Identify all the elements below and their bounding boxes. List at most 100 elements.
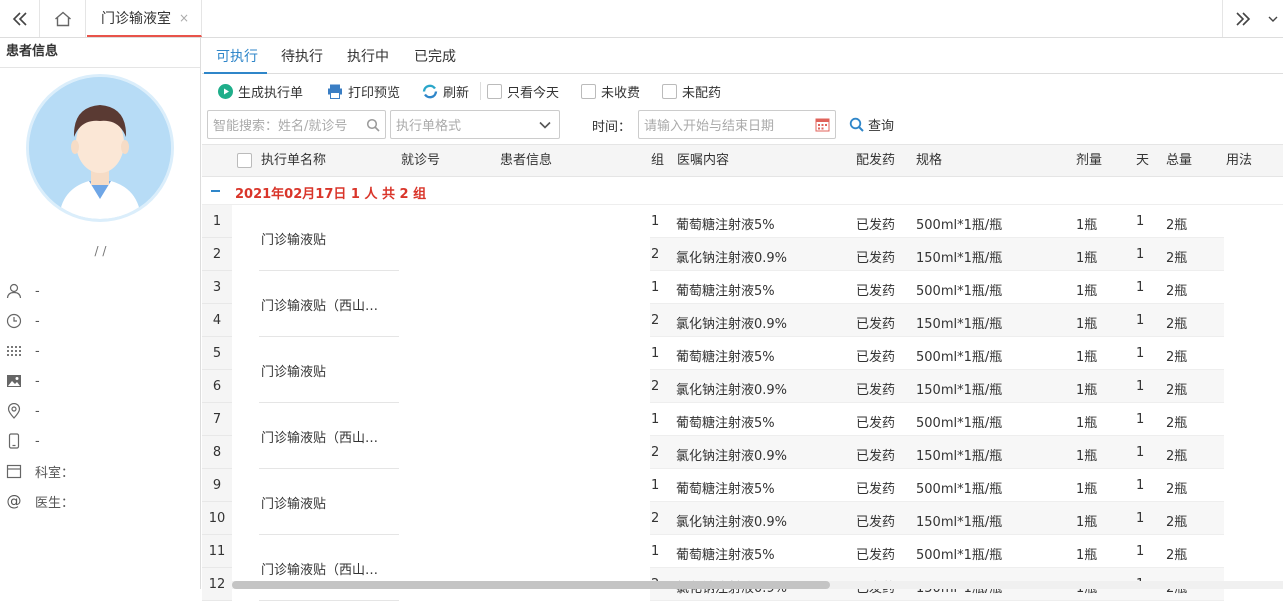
location-icon (6, 403, 22, 419)
user-icon (6, 283, 22, 299)
row-number: 9 (202, 469, 232, 502)
cell-dose: 1瓶 (1076, 482, 1098, 497)
tab-executable[interactable]: 可执行 (204, 38, 267, 74)
scrollbar-thumb[interactable] (232, 581, 830, 589)
merged-cell-divider (259, 534, 399, 535)
chevron-down-icon[interactable] (1262, 0, 1283, 37)
cell-dose: 1瓶 (1076, 383, 1098, 398)
tab-pending[interactable]: 待执行 (281, 38, 323, 74)
cell-order-name[interactable]: 门诊输液贴 (261, 361, 326, 380)
calendar-icon (815, 118, 830, 132)
cell-content: 葡萄糖注射液5% (676, 482, 775, 497)
grid-header: 执行单名称 就诊号 患者信息 组 医嘱内容 配发药 规格 剂量 天 总量 用法 (202, 144, 1283, 177)
phone-icon (6, 433, 22, 449)
cell-content: 氯化钠注射液0.9% (676, 317, 788, 332)
cell-dispense: 已发药 (856, 482, 896, 497)
select-all-checkbox[interactable] (237, 153, 252, 168)
cell-content: 葡萄糖注射液5% (676, 548, 775, 563)
collapse-group-icon[interactable] (211, 190, 220, 192)
info-row-user: - (6, 281, 40, 301)
col-dispense[interactable]: 配发药 (856, 145, 895, 178)
row-number: 8 (202, 436, 232, 469)
cell-group: 2 (651, 511, 660, 526)
col-total[interactable]: 总量 (1166, 145, 1192, 178)
group-row: 2021年02月17日 1 人 共 2 组 (202, 177, 1283, 205)
cell-order-name[interactable]: 门诊输液贴（西山… (261, 427, 378, 446)
checkbox-box[interactable] (581, 83, 596, 99)
only-today-checkbox[interactable]: 只看今天 (487, 81, 559, 101)
horizontal-scrollbar[interactable] (232, 581, 1283, 589)
group-patient-count: 1 (350, 187, 360, 202)
clock-icon (6, 313, 22, 329)
patient-info-panel: 患者信息 / / - - - - - - 科室： @ 医生： (0, 38, 201, 589)
cell-dispense: 已发药 (856, 284, 896, 299)
info-value: - (35, 433, 40, 449)
format-select[interactable]: 执行单格式 (390, 110, 560, 139)
date-range-input[interactable]: 请输入开始与结束日期 (638, 110, 836, 139)
cell-order-name[interactable]: 门诊输液贴（西山… (261, 559, 378, 578)
expand-right-icon[interactable] (1222, 0, 1262, 37)
col-order-name[interactable]: 执行单名称 (261, 145, 326, 178)
row-number: 1 (202, 205, 232, 238)
info-row-id: - (6, 341, 40, 361)
info-value: - (35, 313, 40, 329)
cell-spec: 500ml*1瓶/瓶 (916, 416, 1003, 431)
checkbox-box[interactable] (487, 83, 502, 99)
undispensed-checkbox[interactable]: 未配药 (662, 81, 721, 101)
refresh-icon (422, 84, 438, 98)
cell-dose: 1瓶 (1076, 449, 1098, 464)
tab-label: 门诊输液室 (101, 10, 171, 27)
col-spec[interactable]: 规格 (916, 145, 942, 178)
avatar (26, 74, 174, 222)
collapse-left-icon[interactable] (0, 0, 40, 37)
cell-dispense: 已发药 (856, 449, 896, 464)
cell-content: 氯化钠注射液0.9% (676, 251, 788, 266)
cell-group: 2 (651, 313, 660, 328)
close-icon[interactable]: × (179, 11, 189, 25)
col-days[interactable]: 天 (1136, 145, 1149, 178)
group-text: 人 共 (359, 187, 400, 202)
tab-in-progress[interactable]: 执行中 (347, 38, 389, 74)
col-group[interactable]: 组 (651, 145, 664, 178)
print-preview-button[interactable]: 打印预览 (327, 81, 400, 101)
cell-days: 1 (1136, 544, 1145, 559)
search-icon (849, 117, 864, 132)
tab-completed[interactable]: 已完成 (414, 38, 456, 74)
query-label: 查询 (868, 119, 895, 134)
col-visit-no[interactable]: 就诊号 (401, 145, 440, 178)
smart-search-input[interactable]: 智能搜索：姓名/就诊号 (207, 110, 386, 139)
undispensed-label: 未配药 (682, 85, 722, 101)
cell-days: 1 (1136, 313, 1145, 328)
generate-button[interactable]: 生成执行单 (218, 81, 303, 101)
cell-total: 2瓶 (1166, 416, 1188, 431)
cell-dose: 1瓶 (1076, 218, 1098, 233)
cell-content: 氯化钠注射液0.9% (676, 383, 788, 398)
row-number: 2 (202, 238, 232, 271)
at-icon: @ (6, 492, 22, 510)
cell-group: 1 (651, 280, 660, 295)
query-button[interactable]: 查询 (849, 115, 894, 134)
refresh-label: 刷新 (443, 85, 470, 101)
merged-cell-divider (259, 468, 399, 469)
unpaid-checkbox[interactable]: 未收费 (581, 81, 640, 101)
home-icon[interactable] (41, 0, 86, 37)
col-usage[interactable]: 用法 (1226, 145, 1252, 178)
merged-cell-divider (259, 402, 399, 403)
cell-dispense: 已发药 (856, 251, 896, 266)
age-gender-text: / / (94, 244, 107, 258)
col-dose[interactable]: 剂量 (1076, 145, 1102, 178)
cell-order-name[interactable]: 门诊输液贴（西山… (261, 295, 378, 314)
cell-order-name[interactable]: 门诊输液贴 (261, 229, 326, 248)
cell-spec: 150ml*1瓶/瓶 (916, 251, 1003, 266)
refresh-button[interactable]: 刷新 (422, 81, 469, 101)
date-placeholder: 请输入开始与结束日期 (644, 119, 775, 134)
checkbox-box[interactable] (662, 83, 677, 99)
col-patient-info[interactable]: 患者信息 (500, 145, 552, 178)
row-number: 12 (202, 568, 232, 601)
col-order-content[interactable]: 医嘱内容 (677, 145, 729, 178)
cell-total: 2瓶 (1166, 317, 1188, 332)
merged-cell-divider (259, 336, 399, 337)
tab-outpatient-infusion[interactable]: 门诊输液室 × (87, 0, 202, 37)
cell-dispense: 已发药 (856, 317, 896, 332)
cell-order-name[interactable]: 门诊输液贴 (261, 493, 326, 512)
